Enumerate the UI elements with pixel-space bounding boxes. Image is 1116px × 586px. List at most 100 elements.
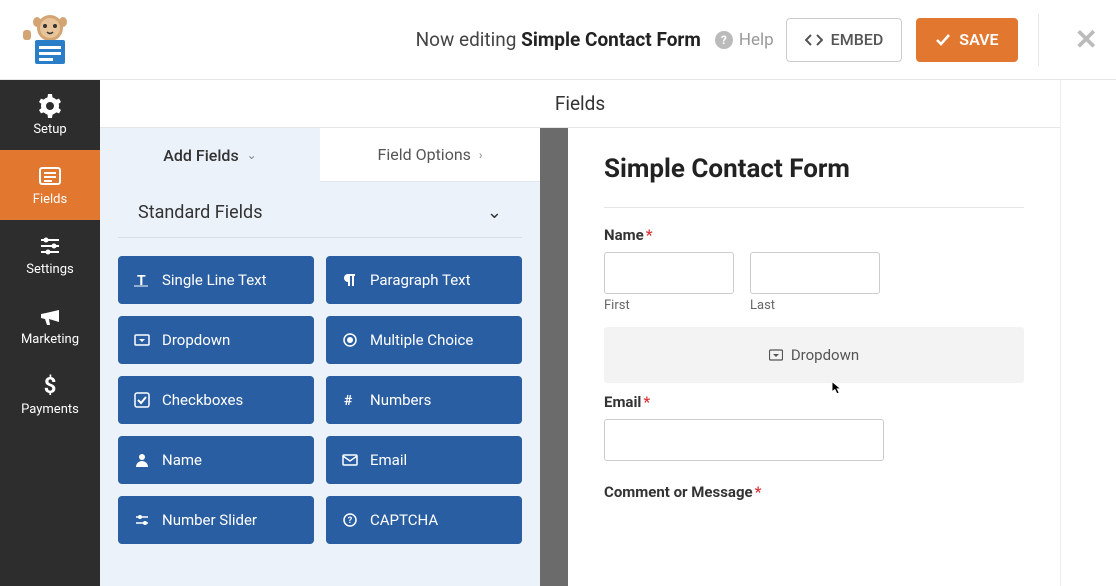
help-icon: ?	[715, 31, 733, 49]
hash-icon: #	[342, 392, 358, 408]
first-name-col: First	[604, 252, 734, 313]
field-number-slider[interactable]: Number Slider	[118, 496, 314, 544]
header-actions: EMBED SAVE ✕	[786, 14, 1116, 66]
main-area: Fields Add Fields ⌄ Field Options › Stan…	[100, 80, 1060, 586]
columns: Add Fields ⌄ Field Options › Standard Fi…	[100, 128, 1060, 586]
required-mark: *	[643, 393, 650, 411]
field-label: Checkboxes	[162, 391, 243, 409]
email-label: Email*	[604, 393, 1024, 411]
section-title-bar: Fields	[100, 80, 1060, 128]
tab-field-options[interactable]: Field Options ›	[320, 128, 540, 182]
code-icon	[805, 33, 823, 47]
editing-prefix: Now editing	[416, 28, 522, 51]
sidebar-nav: Setup Fields Settings Marketing $ Paymen…	[0, 80, 100, 586]
field-multiple-choice[interactable]: Multiple Choice	[326, 316, 522, 364]
slider-icon	[134, 512, 150, 528]
user-icon	[134, 452, 150, 468]
first-sublabel: First	[604, 298, 734, 313]
header-title-area: Now editing Simple Contact Form ? Help	[100, 28, 786, 51]
field-email[interactable]: Email	[326, 436, 522, 484]
svg-text:?: ?	[348, 516, 353, 526]
text-icon: T	[134, 272, 150, 288]
field-name[interactable]: Name	[118, 436, 314, 484]
tab-label: Field Options	[377, 145, 470, 164]
list-icon	[38, 164, 62, 188]
label-text: Email	[604, 393, 641, 411]
sidebar-label: Marketing	[21, 332, 79, 347]
field-grid: T Single Line Text Paragraph Text Dropdow…	[100, 238, 540, 562]
wpforms-logo-icon	[15, 10, 85, 70]
sidebar-item-settings[interactable]: Settings	[0, 220, 100, 290]
dropdown-icon	[134, 332, 150, 348]
sidebar-item-payments[interactable]: $ Payments	[0, 360, 100, 430]
preview-panel: Simple Contact Form Name* First Last Dro…	[540, 128, 1060, 586]
sidebar-item-marketing[interactable]: Marketing	[0, 290, 100, 360]
field-dropdown[interactable]: Dropdown	[118, 316, 314, 364]
field-checkboxes[interactable]: Checkboxes	[118, 376, 314, 424]
embed-button[interactable]: EMBED	[786, 18, 903, 62]
check-icon	[935, 33, 951, 47]
gear-icon	[38, 94, 62, 118]
save-button[interactable]: SAVE	[916, 18, 1017, 62]
save-label: SAVE	[959, 30, 998, 49]
field-label: Dropdown	[162, 331, 230, 349]
sidebar-label: Fields	[33, 192, 67, 207]
sidebar-item-fields[interactable]: Fields	[0, 150, 100, 220]
divider	[1038, 14, 1039, 66]
field-label: Email	[370, 451, 407, 469]
name-row: First Last	[604, 252, 1024, 313]
email-input[interactable]	[604, 419, 884, 461]
sidebar-item-setup[interactable]: Setup	[0, 80, 100, 150]
captcha-icon: ?	[342, 512, 358, 528]
standard-fields-heading[interactable]: Standard Fields ⌄	[118, 182, 522, 238]
label-text: Comment or Message	[604, 483, 753, 501]
chevron-down-icon: ⌄	[247, 148, 257, 162]
last-name-col: Last	[750, 252, 880, 313]
first-name-input[interactable]	[604, 252, 734, 294]
sidebar-label: Setup	[33, 122, 66, 137]
last-name-input[interactable]	[750, 252, 880, 294]
close-button[interactable]: ✕	[1075, 23, 1098, 56]
section-title: Fields	[555, 92, 605, 115]
megaphone-icon	[38, 304, 62, 328]
field-label: Name	[162, 451, 202, 469]
field-numbers[interactable]: # Numbers	[326, 376, 522, 424]
checkbox-icon	[134, 392, 150, 408]
editing-label: Now editing Simple Contact Form	[416, 28, 701, 51]
right-gutter	[1060, 80, 1116, 586]
form-name: Simple Contact Form	[521, 28, 701, 51]
field-label: Numbers	[370, 391, 431, 409]
field-label: Number Slider	[162, 511, 257, 529]
sidebar-label: Payments	[21, 402, 79, 417]
required-mark: *	[755, 483, 762, 501]
app-header: Now editing Simple Contact Form ? Help E…	[0, 0, 1116, 80]
field-label: CAPTCHA	[370, 511, 438, 529]
form-preview: Simple Contact Form Name* First Last Dro…	[568, 128, 1060, 586]
sliders-icon	[38, 234, 62, 258]
field-paragraph-text[interactable]: Paragraph Text	[326, 256, 522, 304]
field-label: Single Line Text	[162, 271, 267, 289]
label-text: Name	[604, 226, 644, 244]
tab-label: Add Fields	[163, 146, 238, 165]
field-single-line-text[interactable]: T Single Line Text	[118, 256, 314, 304]
embed-label: EMBED	[831, 30, 884, 49]
paragraph-icon	[342, 272, 358, 288]
mail-icon	[342, 452, 358, 468]
field-label: Paragraph Text	[370, 271, 471, 289]
chevron-right-icon: ›	[479, 148, 483, 162]
chevron-down-icon: ⌄	[487, 202, 502, 223]
last-sublabel: Last	[750, 298, 880, 313]
drop-label: Dropdown	[791, 346, 859, 364]
heading-label: Standard Fields	[138, 202, 263, 223]
dropdown-drop-zone[interactable]: Dropdown	[604, 327, 1024, 383]
logo	[0, 10, 100, 70]
divider	[604, 207, 1024, 208]
help-label: Help	[739, 30, 774, 50]
field-captcha[interactable]: ? CAPTCHA	[326, 496, 522, 544]
comment-label: Comment or Message*	[604, 483, 1024, 501]
field-palette: Add Fields ⌄ Field Options › Standard Fi…	[100, 128, 540, 586]
help-link[interactable]: ? Help	[715, 30, 774, 50]
tab-add-fields[interactable]: Add Fields ⌄	[100, 128, 320, 182]
dropdown-icon	[769, 348, 783, 362]
required-mark: *	[646, 226, 653, 244]
